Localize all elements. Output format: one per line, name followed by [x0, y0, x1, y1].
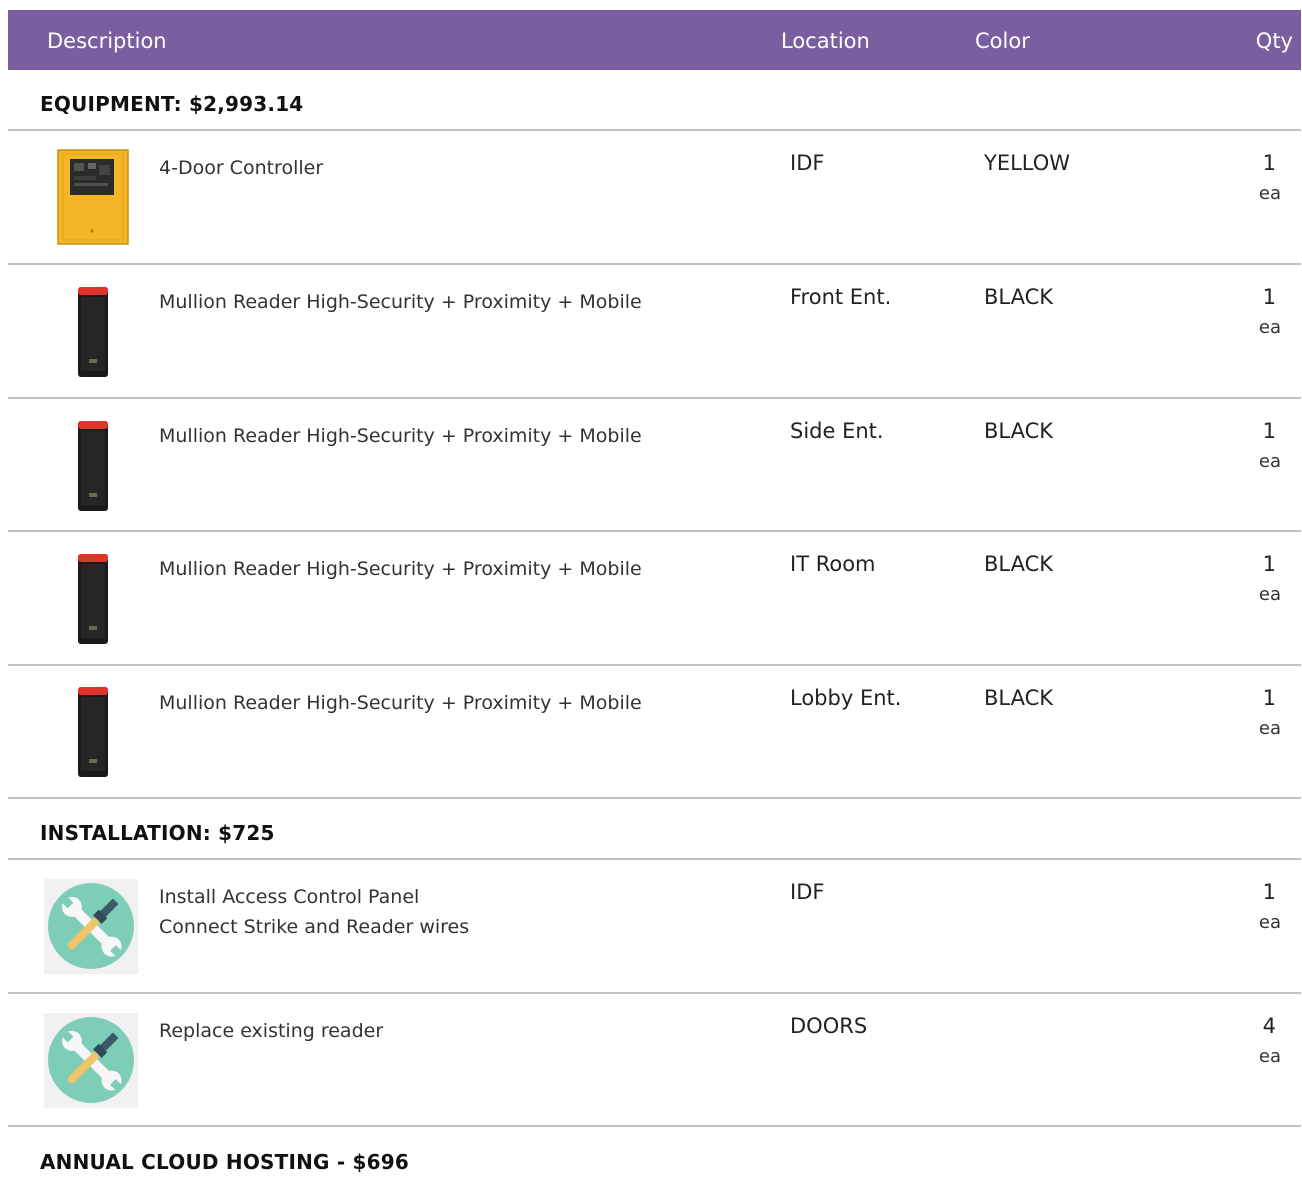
item-description: Mullion Reader High-Security + Proximity…: [159, 291, 642, 313]
item-color: YELLOW: [984, 151, 1071, 175]
reader-image: [76, 552, 110, 650]
item-qty: 1: [1262, 552, 1276, 576]
tools-icon: [44, 879, 138, 978]
item-description-line: Connect Strike and Reader wires: [159, 916, 470, 938]
item-color: BLACK: [984, 552, 1054, 576]
reader-image: [76, 285, 110, 383]
table-header: Description Location Color Qty: [8, 10, 1301, 70]
item-color: BLACK: [984, 285, 1054, 309]
table-row: Install Access Control Panel Connect Str…: [8, 860, 1301, 991]
table-row: Mullion Reader High-Security + Proximity…: [8, 265, 1301, 396]
item-description: Mullion Reader High-Security + Proximity…: [159, 558, 642, 580]
item-location: Lobby Ent.: [790, 686, 902, 710]
reader-image: [76, 685, 110, 783]
item-color: BLACK: [984, 419, 1054, 443]
item-location: IDF: [790, 151, 825, 175]
header-location: Location: [781, 29, 870, 53]
section-installation: INSTALLATION: $725: [40, 821, 275, 845]
item-qty: 1: [1262, 686, 1276, 710]
table-row: Replace existing reader DOORS 4 ea: [8, 994, 1301, 1125]
item-qty: 1: [1262, 285, 1276, 309]
tools-icon: [44, 1013, 138, 1112]
table-row: Mullion Reader High-Security + Proximity…: [8, 532, 1301, 663]
item-description: Mullion Reader High-Security + Proximity…: [159, 425, 642, 447]
reader-image: [76, 419, 110, 517]
item-unit: ea: [1258, 451, 1281, 472]
item-qty: 1: [1262, 419, 1276, 443]
item-description-line: Install Access Control Panel: [159, 886, 420, 908]
header-color: Color: [975, 29, 1030, 53]
item-qty: 1: [1262, 151, 1276, 175]
divider: [8, 1125, 1301, 1127]
item-location: Front Ent.: [790, 285, 892, 309]
item-location: IDF: [790, 880, 825, 904]
item-unit: ea: [1258, 718, 1281, 739]
item-description: 4-Door Controller: [159, 157, 324, 179]
divider: [8, 797, 1301, 799]
table-row: Mullion Reader High-Security + Proximity…: [8, 399, 1301, 530]
item-qty: 4: [1262, 1014, 1276, 1038]
item-description: Replace existing reader: [159, 1016, 383, 1046]
header-description: Description: [47, 29, 167, 53]
item-location: IT Room: [790, 552, 876, 576]
section-equipment: EQUIPMENT: $2,993.14: [40, 92, 304, 116]
table-row: 4-Door Controller IDF YELLOW 1 ea: [8, 131, 1301, 262]
item-unit: ea: [1258, 183, 1281, 204]
item-location: Side Ent.: [790, 419, 884, 443]
item-unit: ea: [1258, 317, 1281, 338]
item-description: Install Access Control Panel Connect Str…: [159, 882, 469, 942]
item-description-line: Replace existing reader: [159, 1020, 384, 1042]
item-unit: ea: [1258, 584, 1281, 605]
table-row: Mullion Reader High-Security + Proximity…: [8, 666, 1301, 797]
item-color: BLACK: [984, 686, 1054, 710]
controller-panel-image: [57, 149, 129, 249]
item-unit: ea: [1258, 912, 1281, 933]
item-qty: 1: [1262, 880, 1276, 904]
section-hosting: ANNUAL CLOUD HOSTING - $696: [40, 1150, 409, 1174]
header-qty: Qty: [1255, 29, 1293, 53]
item-description: Mullion Reader High-Security + Proximity…: [159, 692, 642, 714]
item-location: DOORS: [790, 1014, 868, 1038]
item-unit: ea: [1258, 1046, 1281, 1067]
